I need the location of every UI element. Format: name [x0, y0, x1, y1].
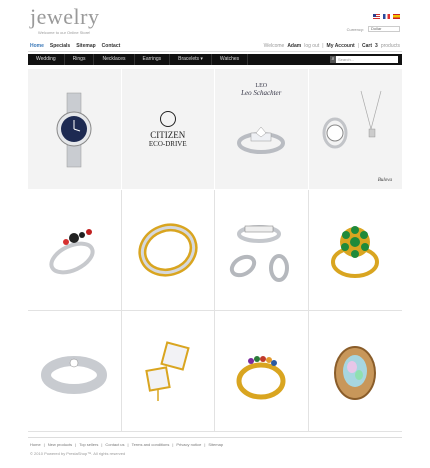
brand-citizen[interactable]: CITIZEN ECO-DRIVE: [121, 69, 215, 190]
nav-earrings[interactable]: Earrings: [135, 54, 171, 65]
bulova-logo: Bulova: [377, 178, 392, 183]
footer-link-home[interactable]: Home: [30, 442, 41, 447]
nav-rings[interactable]: Rings: [65, 54, 95, 65]
search-box[interactable]: ⌕ Search...: [330, 56, 398, 63]
link-contact[interactable]: Contact: [102, 43, 121, 49]
product-grid: CITIZEN ECO-DRIVE LEO Leo Schachter Bulo…: [28, 69, 402, 432]
separator: |: [357, 43, 360, 49]
spanish-flag-icon[interactable]: [393, 14, 400, 19]
logo-tagline: Welcome to our Online Store!: [38, 30, 91, 35]
opal-ring-image: [334, 346, 377, 400]
nav-necklaces[interactable]: Necklaces: [94, 54, 135, 65]
watch-image: [56, 92, 92, 168]
currency-label: Currency:: [346, 26, 364, 32]
leo-script-text: Leo Schachter: [241, 89, 282, 97]
user-bar: Welcome Adam log out | My Account | Cart…: [264, 43, 400, 49]
my-account-link[interactable]: My Account: [327, 43, 355, 49]
footer-divider: [28, 437, 402, 438]
logo[interactable]: jewelry Welcome to our Online Store!: [30, 4, 100, 36]
footer-link-sitemap[interactable]: Sitemap: [208, 442, 223, 447]
diamond-earrings-image: [145, 341, 190, 401]
product-watch-silver[interactable]: [28, 69, 122, 190]
product-diamond-ring-set[interactable]: [215, 190, 309, 311]
product-diamond-earrings[interactable]: [121, 311, 215, 432]
footer-link-new-products[interactable]: New products: [48, 442, 72, 447]
category-navbar: Wedding Rings Necklaces Earrings Bracele…: [28, 54, 402, 65]
separator: |: [322, 43, 324, 49]
product-multi-gem-ring[interactable]: [215, 311, 309, 432]
product-silver-band-diamond[interactable]: [28, 311, 122, 432]
logo-word: jewelry: [30, 4, 100, 29]
footer-link-contact[interactable]: Contact us: [105, 442, 124, 447]
link-sitemap[interactable]: Sitemap: [76, 43, 95, 49]
user-name: Adam: [287, 43, 302, 49]
footer-separator: |: [43, 442, 45, 447]
emerald-ring-image: [331, 226, 380, 278]
search-input[interactable]: Search...: [336, 57, 354, 62]
nav-bracelets[interactable]: Bracelets ▾: [170, 54, 212, 65]
footer-separator: |: [172, 442, 174, 447]
two-tone-band-image: [138, 223, 198, 277]
diamond-ring-image: [237, 126, 286, 154]
footer-separator: |: [75, 442, 77, 447]
currency-selector: Currency: Dollar: [347, 26, 400, 32]
footer-separator: |: [101, 442, 103, 447]
english-flag-icon[interactable]: [373, 14, 380, 19]
citizen-brand-text: CITIZEN: [150, 129, 186, 140]
eco-drive-text: ECO-DRIVE: [148, 139, 187, 148]
french-flag-icon[interactable]: [383, 14, 390, 19]
onyx-ring-image: [49, 229, 95, 275]
product-bulova-watch-necklace[interactable]: Bulova: [308, 69, 402, 190]
logout-link[interactable]: log out: [304, 43, 319, 49]
footer-links: Home | New products | Top sellers | Cont…: [30, 442, 223, 447]
diamond-ring-set-image: [230, 225, 290, 282]
footer-separator: |: [204, 442, 206, 447]
product-onyx-ring[interactable]: [28, 190, 122, 311]
header-divider: [28, 51, 402, 52]
footer-separator: |: [127, 442, 129, 447]
footer-link-privacy[interactable]: Privacy notice: [176, 442, 201, 447]
nav-watches[interactable]: Watches: [212, 54, 249, 65]
language-selector: [373, 14, 400, 19]
currency-select[interactable]: Dollar: [368, 26, 400, 32]
watch-necklace-image: [322, 90, 382, 149]
link-specials[interactable]: Specials: [50, 43, 70, 49]
multi-gem-ring-image: [236, 356, 286, 400]
product-opal-ring[interactable]: [308, 311, 402, 432]
footer-link-terms[interactable]: Terms and conditions: [132, 442, 170, 447]
welcome-text: Welcome: [263, 43, 285, 49]
cart-products-label: products: [380, 43, 400, 49]
cart-link[interactable]: Cart: [362, 43, 372, 49]
top-links: Home Specials Sitemap Contact: [30, 43, 120, 49]
product-two-tone-band[interactable]: [121, 190, 215, 311]
brand-leo-schachter[interactable]: LEO Leo Schachter: [215, 69, 309, 190]
cart-count: 3: [375, 43, 378, 49]
footer-link-top-sellers[interactable]: Top sellers: [79, 442, 98, 447]
link-home[interactable]: Home: [30, 43, 44, 49]
nav-wedding[interactable]: Wedding: [28, 54, 65, 65]
copyright-text: © 2010 Powered by PrestaShop™. All right…: [30, 451, 126, 456]
product-emerald-cluster-ring[interactable]: [308, 190, 402, 311]
citizen-logo-icon: [159, 110, 176, 127]
silver-band-image: [41, 356, 108, 394]
